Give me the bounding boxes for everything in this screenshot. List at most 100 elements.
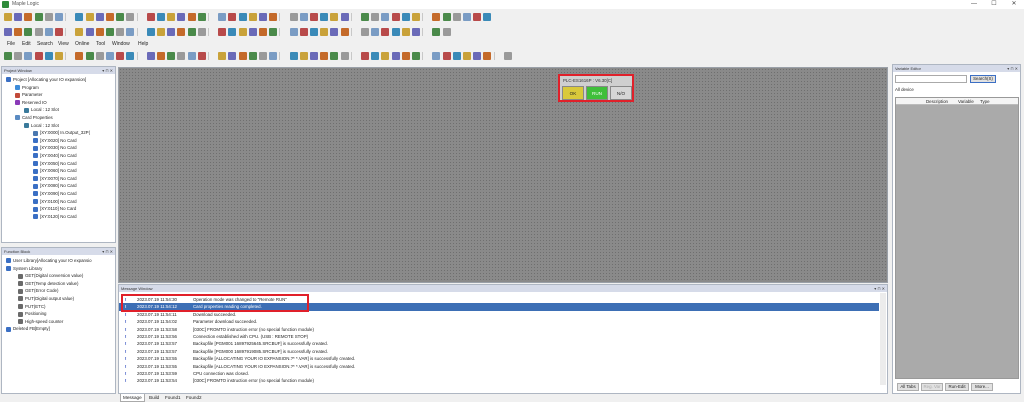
toolbar-tool-icon[interactable]	[14, 52, 23, 60]
toolbar-tool-icon[interactable]	[238, 13, 247, 21]
function-block-item[interactable]: User Library[Allocating your IO expansio	[6, 257, 92, 264]
toolbar-tool-icon[interactable]	[4, 28, 12, 36]
menu-edit[interactable]: Edit	[22, 41, 31, 47]
project-tree-item[interactable]: [XY:0020] No Card	[33, 137, 77, 144]
toolbar-tool-icon[interactable]	[483, 52, 492, 60]
toolbar-tool-icon[interactable]	[361, 13, 369, 21]
toolbar-tool-icon[interactable]	[146, 13, 155, 21]
toolbar-tool-icon[interactable]	[391, 13, 400, 21]
function-block-item[interactable]: PUT(ETC)	[18, 303, 46, 310]
toolbar-tool-icon[interactable]	[320, 52, 329, 60]
toolbar-tool-icon[interactable]	[259, 52, 267, 60]
toolbar-tool-icon[interactable]	[167, 52, 176, 60]
menu-search[interactable]: Search	[37, 41, 53, 47]
toolbar-tool-icon[interactable]	[85, 28, 94, 36]
column-variable[interactable]: Variable	[958, 98, 974, 105]
toolbar-tool-icon[interactable]	[238, 28, 247, 36]
function-block-item[interactable]: High-speed counter	[18, 318, 63, 325]
message-row[interactable]: ! 2023.07.19 11:53:55 Backupfile [ALLOCATI…	[119, 363, 879, 370]
toolbar-tool-icon[interactable]	[177, 52, 186, 60]
tab-found2[interactable]: Found2	[184, 394, 204, 402]
function-block-item[interactable]: Positioning	[18, 310, 46, 317]
menu-help[interactable]: Help	[138, 41, 148, 47]
toolbar-tool-icon[interactable]	[95, 52, 104, 60]
toolbar-tool-icon[interactable]	[310, 13, 318, 21]
toolbar-tool-icon[interactable]	[167, 13, 176, 21]
toolbar-tool-icon[interactable]	[44, 28, 53, 36]
project-tree-item[interactable]: Project [Allocating your IO expansion]	[6, 76, 86, 83]
toolbar-tool-icon[interactable]	[473, 13, 482, 21]
toolbar-tool-icon[interactable]	[361, 52, 369, 60]
project-tree-item[interactable]: Program	[15, 84, 39, 91]
project-tree-item[interactable]: [XY:0000] In.Output_32P(	[33, 129, 90, 136]
toolbar-tool-icon[interactable]	[157, 52, 165, 60]
toolbar-tool-icon[interactable]	[85, 13, 94, 21]
toolbar-tool-icon[interactable]	[361, 28, 369, 36]
plc-status-box[interactable]: PLC-ES1616P : V6.30[C] OK RUN N/O	[558, 74, 634, 102]
project-tree-item[interactable]: [XY:0070] No Card	[33, 175, 77, 182]
toolbar-tool-icon[interactable]	[412, 28, 420, 36]
panel-controls-icon[interactable]: ▾ ⊓ ✕	[1007, 65, 1018, 72]
toolbar-tool-icon[interactable]	[146, 28, 155, 36]
minimize-button[interactable]: —	[964, 0, 984, 9]
toolbar-tool-icon[interactable]	[187, 28, 196, 36]
toolbar-tool-icon[interactable]	[401, 13, 410, 21]
toolbar-tool-icon[interactable]	[432, 52, 441, 60]
toolbar-tool-icon[interactable]	[197, 52, 206, 60]
toolbar-tool-icon[interactable]	[228, 13, 237, 21]
toolbar-tool-icon[interactable]	[34, 28, 43, 36]
toolbar-tool-icon[interactable]	[503, 52, 512, 60]
menu-online[interactable]: Online	[75, 41, 89, 47]
panel-controls-icon[interactable]: ▾ ⊓ ✕	[102, 67, 113, 74]
toolbar-tool-icon[interactable]	[24, 13, 33, 21]
toolbar-tool-icon[interactable]	[218, 52, 227, 60]
message-row[interactable]: ! 2023.07.19 11:53:55 Backupfile [ALLOCATI…	[119, 355, 879, 362]
toolbar-tool-icon[interactable]	[391, 28, 400, 36]
toolbar-tool-icon[interactable]	[463, 52, 471, 60]
toolbar-tool-icon[interactable]	[126, 28, 135, 36]
tab-message[interactable]: Message	[120, 394, 145, 402]
message-row[interactable]: ! 2023.07.19 11:53:57 Backupfile [PGM000 1…	[119, 348, 879, 355]
toolbar-tool-icon[interactable]	[218, 28, 227, 36]
toolbar-tool-icon[interactable]	[34, 13, 43, 21]
toolbar-tool-icon[interactable]	[55, 13, 63, 21]
reg-var-button[interactable]: Reg. Var	[921, 383, 943, 391]
toolbar-tool-icon[interactable]	[412, 52, 420, 60]
function-block-item[interactable]: GET(Error Code)	[18, 287, 58, 294]
toolbar-tool-icon[interactable]	[75, 28, 84, 36]
all-tabs-button[interactable]: All Tabs	[897, 383, 919, 391]
toolbar-tool-icon[interactable]	[75, 13, 84, 21]
toolbar-tool-icon[interactable]	[238, 52, 247, 60]
column-type[interactable]: Type	[980, 98, 990, 105]
toolbar-tool-icon[interactable]	[44, 13, 53, 21]
toolbar-tool-icon[interactable]	[401, 52, 410, 60]
toolbar-tool-icon[interactable]	[248, 28, 257, 36]
toolbar-tool-icon[interactable]	[452, 13, 461, 21]
workspace-canvas[interactable]	[118, 67, 888, 283]
toolbar-tool-icon[interactable]	[126, 13, 135, 21]
toolbar-tool-icon[interactable]	[473, 52, 482, 60]
run-edit-button[interactable]: Run-Edit	[945, 383, 969, 391]
menu-window[interactable]: Window	[112, 41, 130, 47]
toolbar-tool-icon[interactable]	[299, 28, 308, 36]
toolbar-tool-icon[interactable]	[157, 13, 165, 21]
toolbar-tool-icon[interactable]	[289, 52, 298, 60]
close-button[interactable]: ✕	[1004, 0, 1024, 9]
toolbar-tool-icon[interactable]	[95, 13, 104, 21]
toolbar-tool-icon[interactable]	[432, 28, 441, 36]
toolbar-tool-icon[interactable]	[116, 28, 125, 36]
toolbar-tool-icon[interactable]	[442, 52, 451, 60]
function-block-item[interactable]: Deleted FB[Empty]	[6, 325, 50, 332]
toolbar-tool-icon[interactable]	[289, 28, 298, 36]
toolbar-tool-icon[interactable]	[187, 52, 196, 60]
toolbar-tool-icon[interactable]	[381, 28, 390, 36]
toolbar-tool-icon[interactable]	[371, 28, 380, 36]
toolbar-tool-icon[interactable]	[4, 52, 12, 60]
toolbar-tool-icon[interactable]	[34, 52, 43, 60]
toolbar-tool-icon[interactable]	[269, 52, 278, 60]
toolbar-tool-icon[interactable]	[177, 28, 186, 36]
message-row[interactable]: ! 2023.07.19 11:53:58 [030C] FROMTO instru…	[119, 326, 879, 333]
function-block-item[interactable]: GET(Temp detection value)	[18, 280, 78, 287]
toolbar-tool-icon[interactable]	[340, 13, 349, 21]
function-block-item[interactable]: GET(Digital conversion value)	[18, 272, 83, 279]
